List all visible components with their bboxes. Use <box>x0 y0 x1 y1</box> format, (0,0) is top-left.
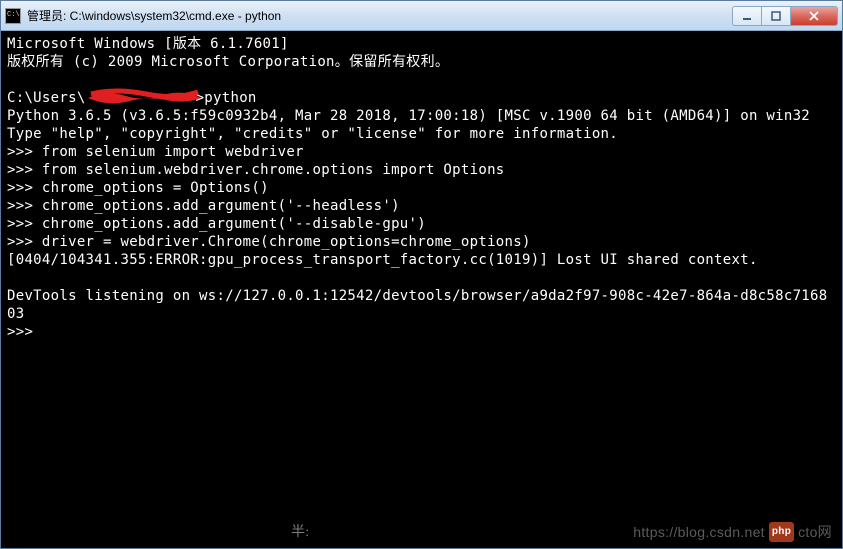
minimize-button[interactable] <box>732 6 762 26</box>
terminal-line: DevTools listening on ws://127.0.0.1:125… <box>7 287 836 323</box>
terminal-line: Python 3.6.5 (v3.6.5:f59c0932b4, Mar 28 … <box>7 107 836 125</box>
watermark: https://blog.csdn.net php cto网 <box>633 522 832 542</box>
terminal-line: >>> driver = webdriver.Chrome(chrome_opt… <box>7 233 836 251</box>
window-controls <box>733 6 838 26</box>
close-button[interactable] <box>790 6 838 26</box>
window-title: 管理员: C:\windows\system32\cmd.exe - pytho… <box>27 7 733 24</box>
terminal-line: C:\Users\>python <box>7 89 836 107</box>
path-prefix: C:\Users\ <box>7 90 86 106</box>
terminal-line: Microsoft Windows [版本 6.1.7601] <box>7 35 836 53</box>
watermark-url: https://blog.csdn.net <box>633 523 765 541</box>
terminal-line: [0404/104341.355:ERROR:gpu_process_trans… <box>7 251 836 269</box>
terminal-line: >>> chrome_options = Options() <box>7 179 836 197</box>
app-icon <box>5 8 21 24</box>
footer-half-text: 半: <box>291 524 310 542</box>
terminal-line: >>> from selenium.webdriver.chrome.optio… <box>7 161 836 179</box>
terminal-line: >>> from selenium import webdriver <box>7 143 836 161</box>
minimize-icon <box>741 11 753 21</box>
titlebar[interactable]: 管理员: C:\windows\system32\cmd.exe - pytho… <box>1 1 842 31</box>
php-badge: php <box>769 522 794 542</box>
terminal-line: >>> chrome_options.add_argument('--disab… <box>7 215 836 233</box>
terminal-line: >>> chrome_options.add_argument('--headl… <box>7 197 836 215</box>
terminal-line: 版权所有 (c) 2009 Microsoft Corporation。保留所有… <box>7 53 836 71</box>
redacted-username <box>86 90 196 104</box>
maximize-button[interactable] <box>761 6 791 26</box>
terminal-output[interactable]: Microsoft Windows [版本 6.1.7601] 版权所有 (c)… <box>1 31 842 548</box>
terminal-prompt: >>> <box>7 323 836 341</box>
terminal-line: Type "help", "copyright", "credits" or "… <box>7 125 836 143</box>
watermark-cto: cto网 <box>798 523 832 541</box>
close-icon <box>808 11 820 21</box>
terminal-line <box>7 269 836 287</box>
cmd-window: 管理员: C:\windows\system32\cmd.exe - pytho… <box>0 0 843 549</box>
maximize-icon <box>770 11 782 21</box>
